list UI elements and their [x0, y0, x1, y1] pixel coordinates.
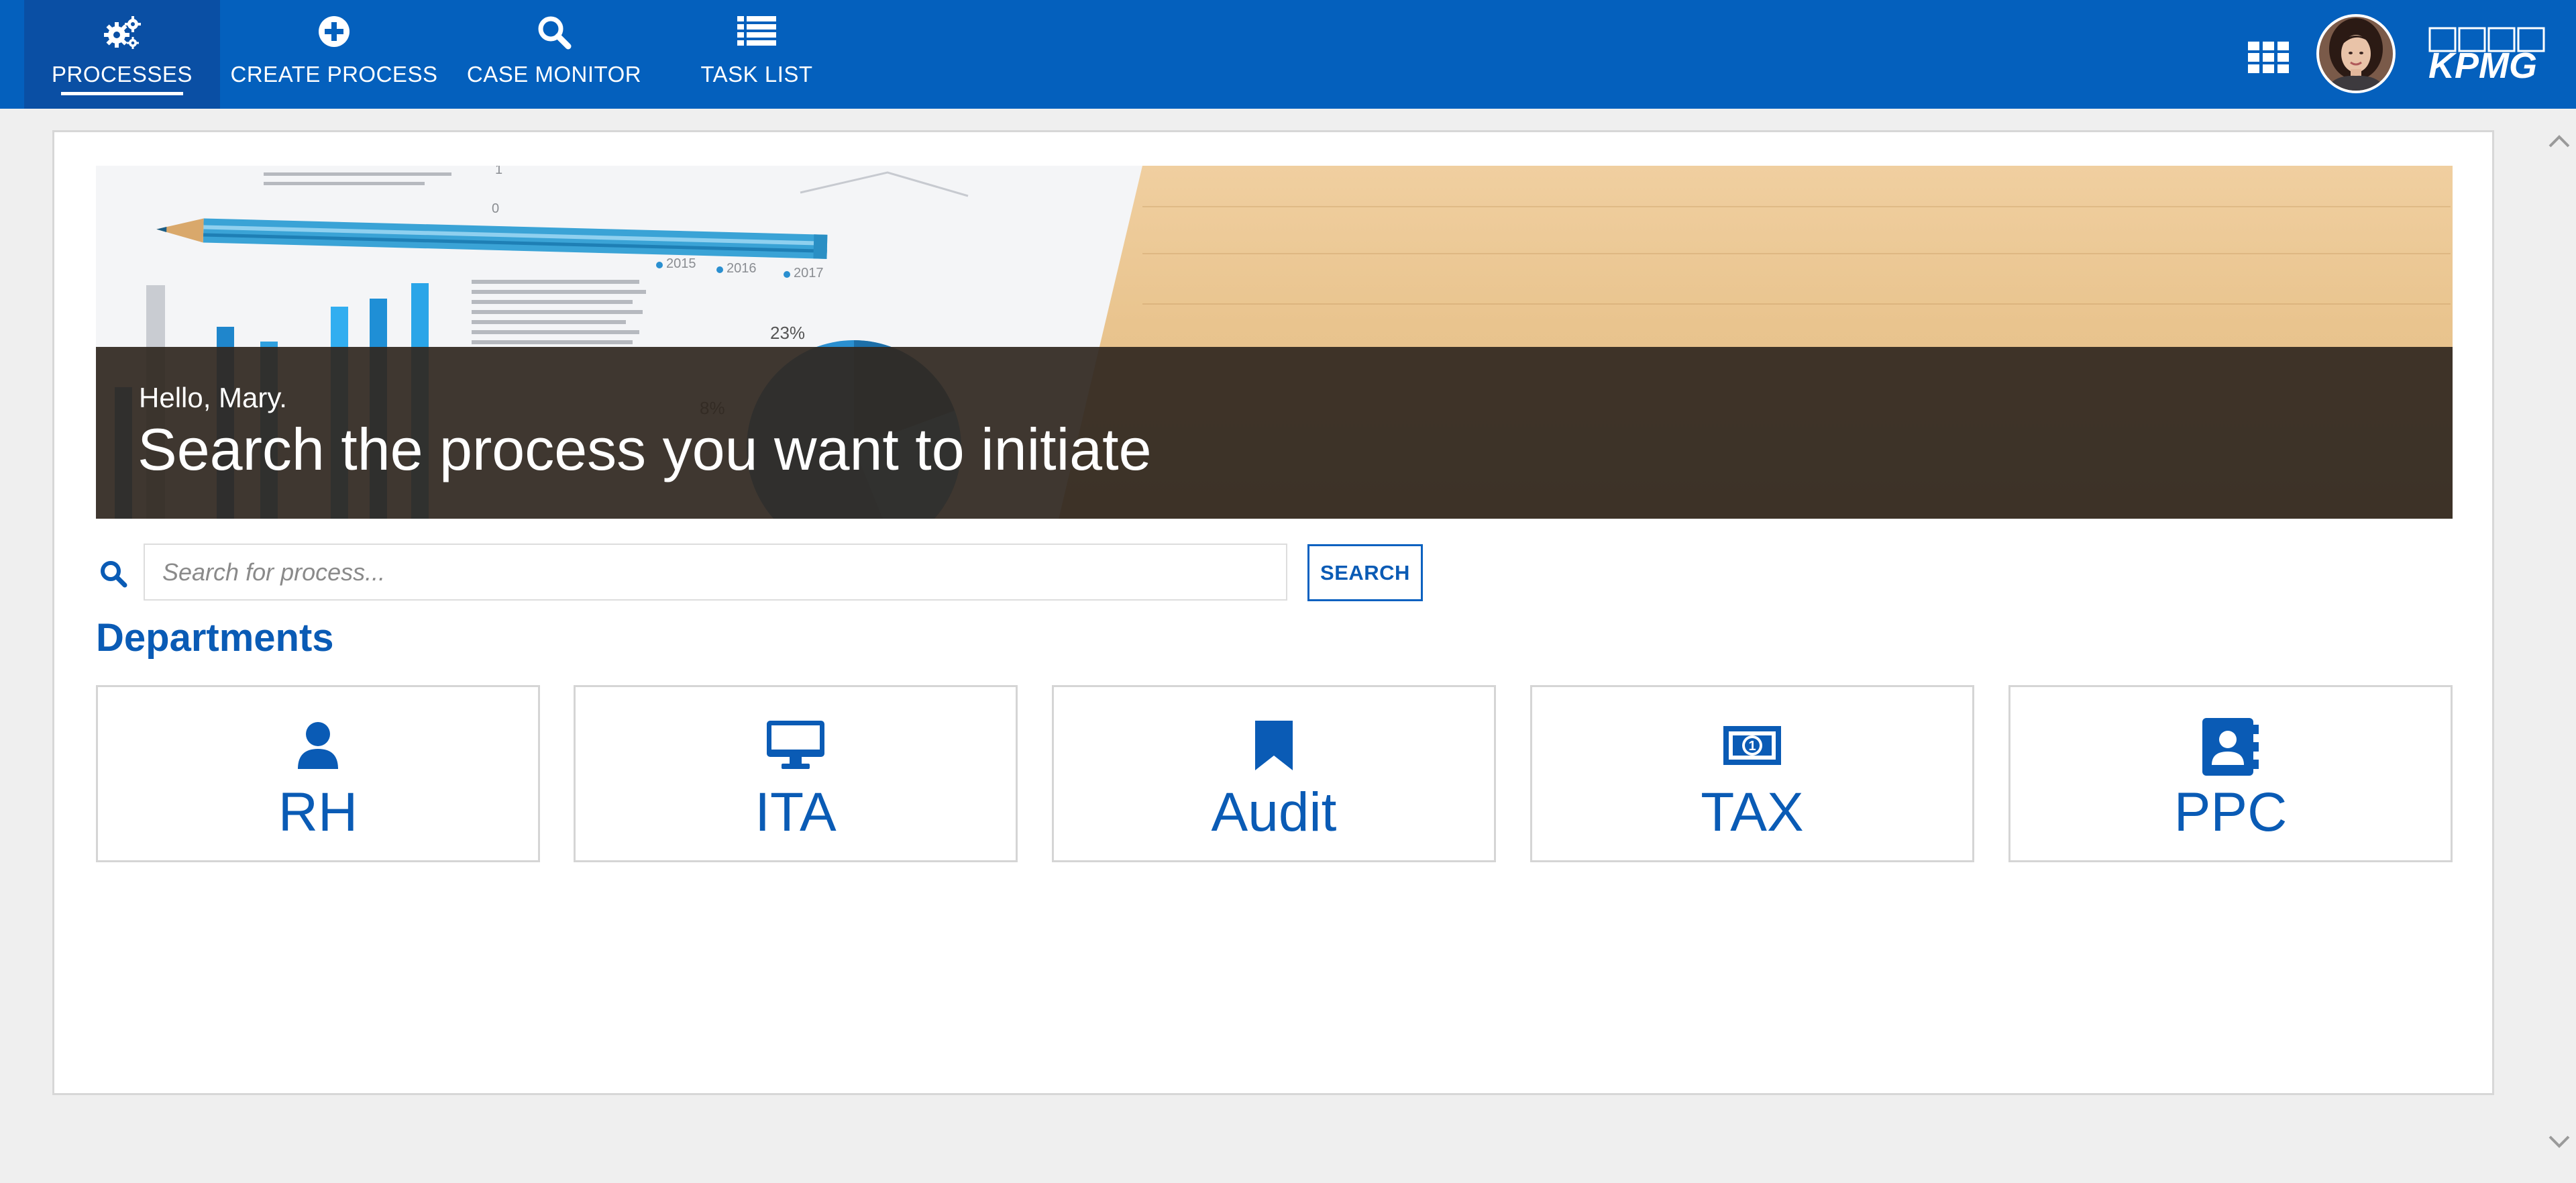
hero-headline: Search the process you want to initiate: [138, 416, 1152, 482]
nav-create-process[interactable]: CREATE PROCESS: [227, 0, 441, 109]
department-tile-tax[interactable]: 1 TAX: [1530, 685, 1974, 862]
department-tile-audit[interactable]: Audit: [1052, 685, 1496, 862]
contact-book-icon: [2202, 718, 2259, 779]
svg-text:1: 1: [1748, 739, 1756, 754]
scroll-up-arrow-icon[interactable]: [2547, 132, 2571, 152]
plus-circle-icon: [317, 15, 351, 52]
monitor-icon: [767, 721, 824, 774]
paper-label-one: 1: [495, 166, 502, 177]
nav-processes[interactable]: PROCESSES: [24, 0, 220, 109]
main-content-card: 2015 2016 2017 23% 8% 0 1 Hello, Mary. S…: [52, 130, 2494, 1095]
user-icon: [297, 721, 339, 772]
nav-case-monitor-label: CASE MONITOR: [466, 62, 642, 87]
department-tile-rh[interactable]: RH: [96, 685, 540, 862]
process-search-input[interactable]: [144, 544, 1287, 601]
scroll-down-arrow-icon[interactable]: [2547, 1134, 2571, 1155]
department-label: RH: [278, 782, 358, 843]
search-icon: [537, 15, 572, 53]
department-tile-ita[interactable]: ITA: [574, 685, 1018, 862]
gears-icon: [102, 15, 142, 54]
user-avatar[interactable]: [2316, 14, 2396, 93]
hero-banner: 2015 2016 2017 23% 8% 0 1 Hello, Mary. S…: [96, 166, 2453, 519]
department-label: PPC: [2174, 782, 2288, 843]
search-button[interactable]: SEARCH: [1307, 544, 1423, 601]
money-icon: 1: [1723, 726, 1781, 768]
paper-label-2016: 2016: [727, 261, 757, 276]
departments-heading: Departments: [96, 616, 334, 660]
nav-task-list[interactable]: TASK LIST: [678, 0, 836, 109]
paper-label-percent: 23%: [770, 323, 805, 343]
top-navigation-bar: PROCESSES CREATE PROCESS CASE MONITOR TA…: [0, 0, 2576, 109]
bookmark-icon: [1254, 721, 1294, 774]
kpmg-logo: KPMG: [2422, 21, 2556, 92]
kpmg-logo-text: KPMG: [2428, 46, 2537, 86]
department-label: Audit: [1211, 782, 1337, 843]
apps-grid-icon[interactable]: [2248, 42, 2290, 77]
paper-label-2015: 2015: [666, 256, 696, 271]
list-icon: [737, 15, 776, 50]
active-tab-indicator: [61, 92, 183, 95]
greeting-text: Hello, Mary.: [139, 382, 287, 413]
paper-label-2017: 2017: [794, 266, 824, 280]
department-label: ITA: [755, 782, 837, 843]
department-label: TAX: [1701, 782, 1804, 843]
paper-label-zero: 0: [492, 201, 499, 216]
department-tile-ppc[interactable]: PPC: [2008, 685, 2453, 862]
nav-case-monitor[interactable]: CASE MONITOR: [455, 0, 653, 109]
nav-create-process-label: CREATE PROCESS: [230, 62, 438, 87]
nav-processes-label: PROCESSES: [52, 62, 193, 87]
nav-task-list-label: TASK LIST: [700, 62, 813, 87]
search-icon: [99, 560, 127, 591]
